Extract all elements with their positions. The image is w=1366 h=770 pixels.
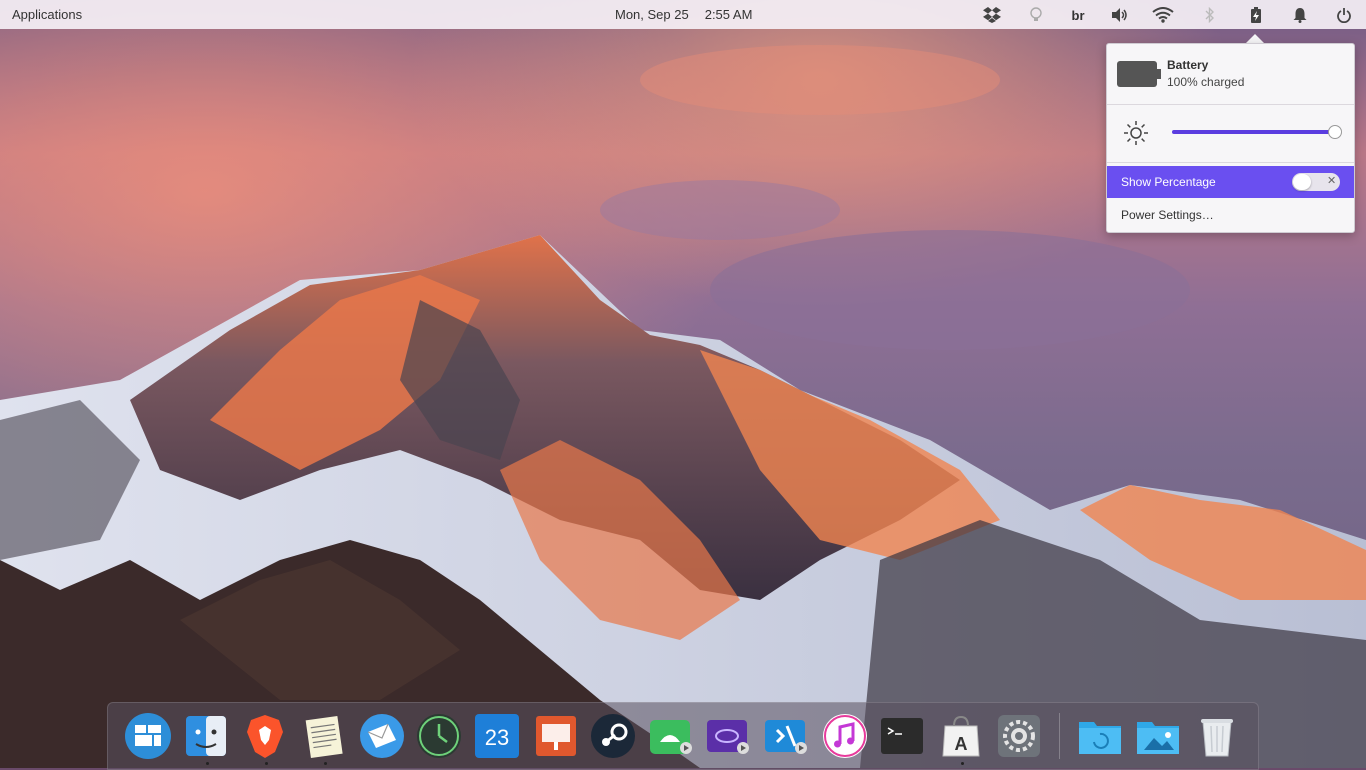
running-indicator (206, 762, 209, 765)
brightness-slider-track[interactable] (1172, 130, 1334, 134)
notifications-icon[interactable] (1288, 4, 1312, 26)
screencast-dock-icon[interactable] (705, 712, 753, 760)
volume-icon[interactable] (1108, 4, 1132, 26)
android-studio-dock-icon[interactable] (648, 712, 696, 760)
dropbox-icon[interactable] (980, 4, 1004, 26)
lightbulb-icon[interactable] (1024, 4, 1048, 26)
mail-dock-icon[interactable] (358, 712, 406, 760)
date-time-indicator[interactable]: Mon, Sep 25 2:55 AM (615, 7, 752, 22)
visual-studio-code-dock-icon[interactable] (763, 712, 811, 760)
dock: 23 A (107, 702, 1259, 770)
divider (1107, 104, 1354, 105)
time-label: 2:55 AM (704, 7, 753, 22)
top-panel: Applications Mon, Sep 25 2:55 AM br (0, 0, 1366, 29)
downloads-folder-dock-icon[interactable] (1076, 712, 1124, 760)
notes-dock-icon[interactable] (300, 712, 348, 760)
battery-icon[interactable] (1244, 4, 1268, 26)
music-dock-icon[interactable] (821, 712, 869, 760)
terminal-dock-icon[interactable] (878, 712, 926, 760)
keyboard-layout-indicator[interactable]: br (1066, 4, 1090, 26)
power-settings-label: Power Settings… (1121, 208, 1214, 222)
svg-text:A: A (955, 734, 968, 754)
running-indicator (324, 762, 327, 765)
brightness-icon (1124, 121, 1148, 145)
files-dock-icon[interactable] (182, 712, 230, 760)
toggle-off-icon: ✕ (1327, 175, 1337, 187)
calendar-dock-icon[interactable]: 23 (473, 712, 521, 760)
pictures-folder-dock-icon[interactable] (1134, 712, 1182, 760)
battery-status-header: Battery 100% charged (1107, 44, 1354, 104)
system-settings-dock-icon[interactable] (995, 712, 1043, 760)
presentation-dock-icon[interactable] (532, 712, 580, 760)
app-center-dock-icon[interactable]: A (937, 712, 985, 760)
wifi-icon[interactable] (1151, 4, 1175, 26)
show-percentage-row[interactable]: Show Percentage ✕ (1107, 166, 1354, 198)
battery-popover: Battery 100% charged Show Percentage ✕ P… (1106, 43, 1355, 233)
applications-menu-button[interactable]: Applications (12, 7, 82, 22)
multitasking-view-dock-icon[interactable] (124, 712, 172, 760)
running-indicator (265, 762, 268, 765)
running-indicator (961, 762, 964, 765)
divider (1107, 162, 1354, 163)
show-percentage-label: Show Percentage (1121, 175, 1216, 189)
date-label: Mon, Sep 25 (615, 7, 689, 22)
power-settings-item[interactable]: Power Settings… (1107, 200, 1354, 230)
trash-dock-icon[interactable] (1193, 712, 1241, 760)
bluetooth-icon[interactable] (1198, 4, 1222, 26)
calendar-day-number: 23 (485, 725, 509, 750)
battery-glyph-icon (1117, 61, 1161, 87)
dock-separator (1059, 713, 1060, 759)
battery-charge-status: 100% charged (1167, 75, 1245, 89)
power-icon[interactable] (1332, 4, 1356, 26)
brightness-slider-handle[interactable] (1328, 125, 1342, 139)
battery-title: Battery (1167, 58, 1209, 72)
brave-browser-dock-icon[interactable] (241, 712, 289, 760)
clock-dock-icon[interactable] (415, 712, 463, 760)
toggle-knob (1293, 174, 1311, 190)
steam-dock-icon[interactable] (589, 712, 637, 760)
show-percentage-toggle[interactable]: ✕ (1292, 173, 1340, 191)
